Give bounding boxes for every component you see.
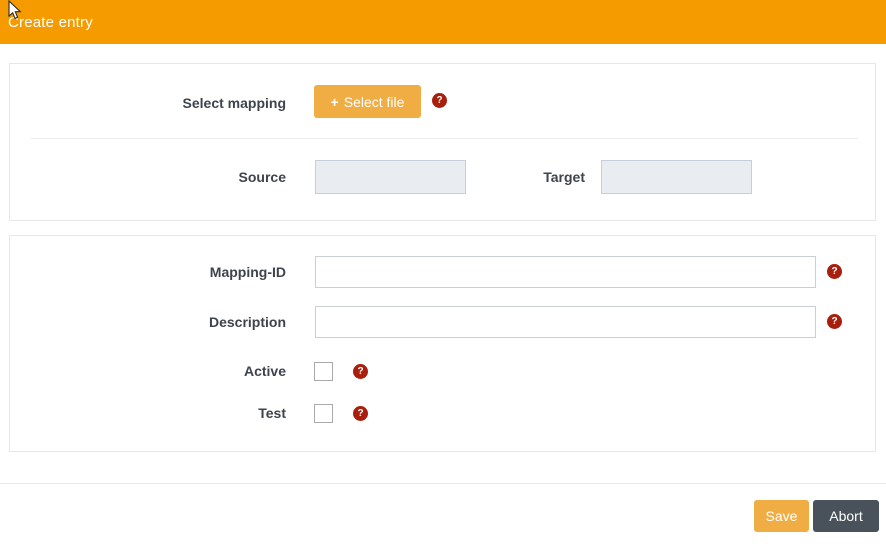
test-label: Test — [12, 403, 286, 423]
target-field[interactable] — [601, 160, 752, 194]
plus-icon: + — [331, 94, 339, 110]
help-icon-test[interactable]: ? — [353, 406, 368, 421]
help-icon-active[interactable]: ? — [353, 364, 368, 379]
help-icon-select-mapping[interactable]: ? — [432, 93, 447, 108]
mouse-cursor-icon — [6, 0, 26, 22]
help-icon-description[interactable]: ? — [827, 314, 842, 329]
title-bar: Create entry — [0, 0, 886, 44]
select-file-button[interactable]: + Select file — [314, 85, 421, 118]
source-field[interactable] — [315, 160, 466, 194]
test-checkbox[interactable] — [314, 404, 333, 423]
mapping-id-field[interactable] — [315, 256, 816, 288]
mapping-id-label: Mapping-ID — [12, 262, 286, 282]
mapping-details-panel: Mapping-ID ? Description ? Active ? Test… — [9, 235, 876, 452]
active-label: Active — [12, 361, 286, 381]
active-checkbox[interactable] — [314, 362, 333, 381]
target-label: Target — [485, 167, 585, 187]
description-label: Description — [12, 312, 286, 332]
panel-divider — [31, 138, 858, 139]
save-button[interactable]: Save — [754, 500, 809, 532]
abort-button[interactable]: Abort — [813, 500, 879, 532]
mapping-file-panel: Select mapping + Select file ? Source Tar… — [9, 63, 876, 221]
description-field[interactable] — [315, 306, 816, 338]
footer-divider — [0, 483, 886, 484]
help-icon-mapping-id[interactable]: ? — [827, 264, 842, 279]
source-label: Source — [12, 167, 286, 187]
select-mapping-label: Select mapping — [12, 93, 286, 113]
select-file-button-label: Select file — [344, 94, 405, 110]
